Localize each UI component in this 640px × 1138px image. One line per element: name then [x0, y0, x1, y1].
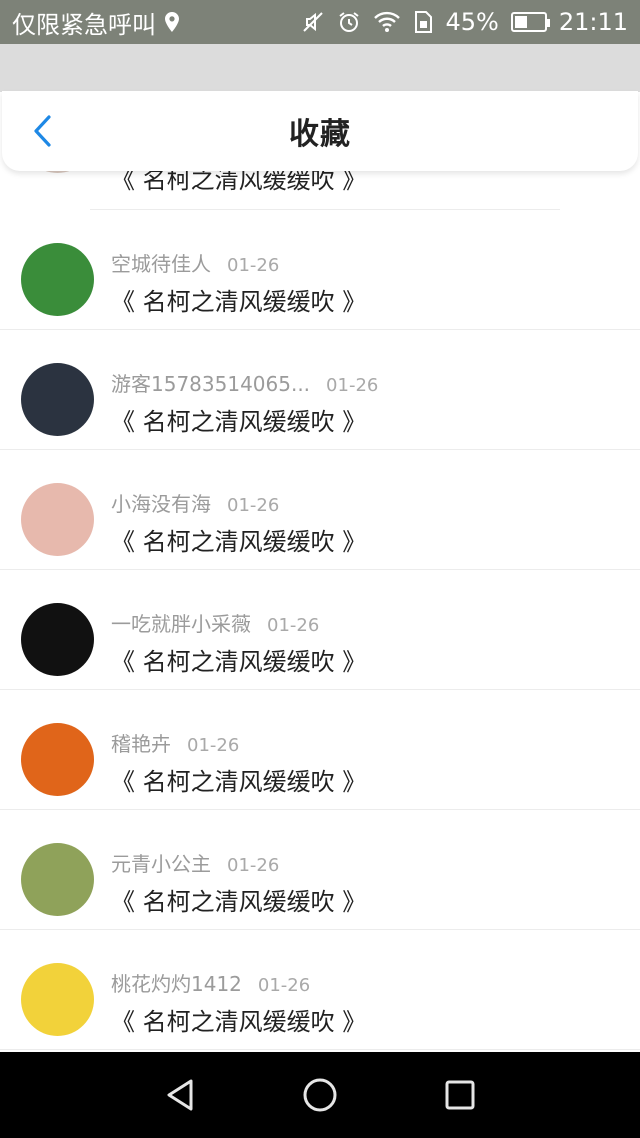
user-name: 空城待佳人 01-26	[111, 248, 279, 277]
user-name: 稽艳卉 01-26	[111, 728, 239, 757]
wifi-icon	[373, 11, 401, 33]
user-name: 桃花灼灼1412 01-26	[111, 968, 310, 997]
page-title: 收藏	[289, 117, 351, 152]
back-button[interactable]	[22, 111, 62, 151]
vibrate-mute-icon	[301, 10, 325, 34]
battery-percent: 45%	[445, 8, 499, 36]
item-date: 01-26	[187, 735, 240, 756]
item-date: 01-26	[227, 855, 280, 876]
list-item[interactable]: 稽艳卉 01-26 《 名柯之清风缓缓吹 》	[0, 690, 640, 810]
list-item[interactable]: 一吃就胖小采薇 01-26 《 名柯之清风缓缓吹 》	[0, 570, 640, 690]
user-name: 小海没有海 01-26	[111, 488, 279, 517]
user-name-text: 一吃就胖小采薇	[111, 612, 251, 636]
story-title: 《 名柯之清风缓缓吹 》	[111, 648, 367, 676]
avatar	[21, 723, 94, 796]
user-name-text: 稽艳卉	[111, 732, 171, 756]
story-title: 《 名柯之清风缓缓吹 》	[111, 408, 367, 436]
nav-recents-button[interactable]	[437, 1072, 483, 1118]
avatar	[21, 483, 94, 556]
user-name-text: 空城待佳人	[111, 252, 211, 276]
favorites-list: 《 名柯之清风缓缓吹 》 空城待佳人 01-26 《 名柯之清风缓缓吹 》 游客1…	[0, 100, 640, 1050]
story-title: 《 名柯之清风缓缓吹 》	[111, 528, 367, 556]
list-item[interactable]: 小海没有海 01-26 《 名柯之清风缓缓吹 》	[0, 450, 640, 570]
user-name-text: 元青小公主	[111, 852, 211, 876]
screen: 仅限紧急呼叫 45% 21:11 收藏 《 名柯之清风缓缓吹 》 空城待佳人 0…	[0, 0, 640, 1138]
item-date: 01-26	[326, 375, 379, 396]
carrier-text: 仅限紧急呼叫	[12, 10, 156, 39]
divider	[0, 1049, 640, 1050]
story-title: 《 名柯之清风缓缓吹 》	[111, 288, 367, 316]
avatar	[21, 963, 94, 1036]
list-item[interactable]: 空城待佳人 01-26 《 名柯之清风缓缓吹 》	[0, 210, 640, 330]
battery-icon	[510, 12, 550, 32]
header-backdrop	[0, 44, 640, 92]
list-item[interactable]: 元青小公主 01-26 《 名柯之清风缓缓吹 》	[0, 810, 640, 930]
nav-home-button[interactable]	[297, 1072, 343, 1118]
user-name-text: 桃花灼灼1412	[111, 972, 242, 996]
item-date: 01-26	[257, 975, 311, 996]
user-name: 一吃就胖小采薇 01-26	[111, 608, 319, 637]
nav-back-button[interactable]	[157, 1072, 203, 1118]
status-time: 21:11	[558, 8, 628, 36]
chevron-left-icon	[34, 115, 51, 147]
square-recents-icon	[445, 1080, 475, 1110]
status-left: 仅限紧急呼叫	[12, 5, 180, 40]
story-title: 《 名柯之清风缓缓吹 》	[111, 768, 367, 796]
avatar	[21, 843, 94, 916]
list-item[interactable]: 桃花灼灼1412 01-26 《 名柯之清风缓缓吹 》	[0, 930, 640, 1050]
avatar	[21, 363, 94, 436]
story-title: 《 名柯之清风缓缓吹 》	[111, 1008, 367, 1036]
app-header: 收藏	[2, 91, 638, 171]
item-date: 01-26	[227, 255, 280, 276]
user-name: 游客15783514065... 01-26	[111, 368, 378, 397]
item-date: 01-26	[227, 495, 280, 516]
location-pin-icon	[164, 11, 180, 33]
triangle-back-icon	[167, 1079, 193, 1111]
list-item[interactable]: 游客15783514065... 01-26 《 名柯之清风缓缓吹 》	[0, 330, 640, 450]
battery-level-fill	[514, 16, 528, 28]
story-title: 《 名柯之清风缓缓吹 》	[111, 888, 367, 916]
circle-home-icon	[303, 1078, 337, 1112]
navigation-bar	[0, 1052, 640, 1138]
user-name: 元青小公主 01-26	[111, 848, 279, 877]
user-name-text: 游客15783514065...	[111, 372, 311, 396]
user-name-text: 小海没有海	[111, 492, 211, 516]
alarm-clock-icon	[337, 10, 361, 34]
avatar	[21, 243, 94, 316]
avatar	[21, 603, 94, 676]
sim-card-icon	[413, 10, 433, 34]
status-bar: 仅限紧急呼叫 45% 21:11	[0, 0, 640, 44]
status-right: 45% 21:11	[301, 8, 628, 36]
item-date: 01-26	[267, 615, 320, 636]
